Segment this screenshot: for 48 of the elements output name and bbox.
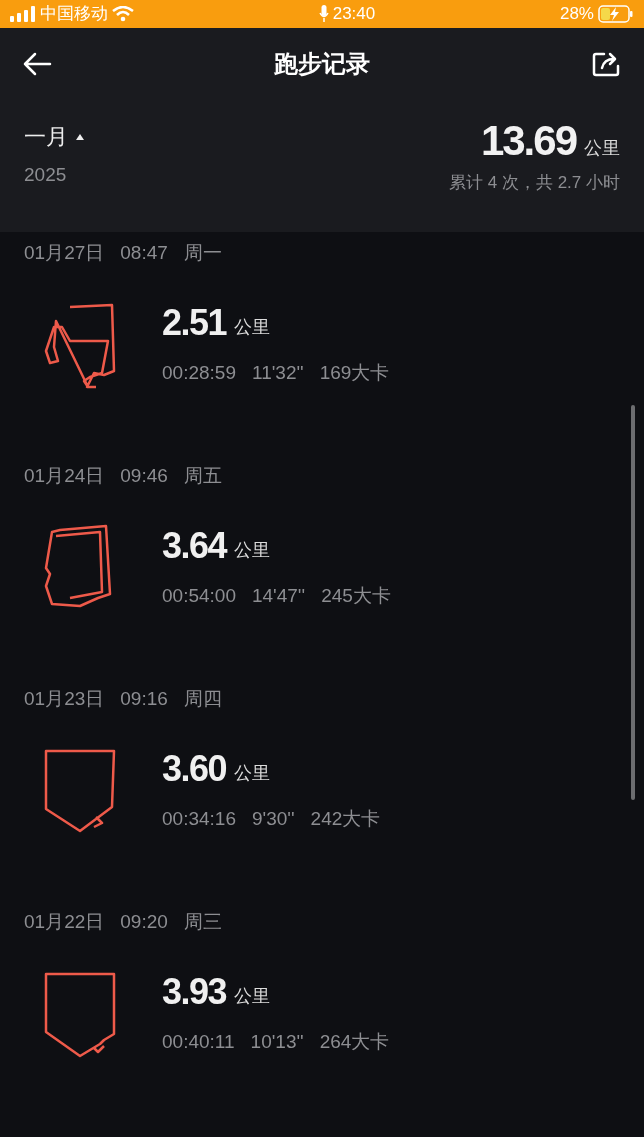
back-arrow-icon[interactable]: [22, 52, 52, 76]
run-date: 01月22日: [24, 911, 105, 933]
run-weekday: 周一: [183, 242, 222, 264]
run-time: 09:46: [120, 465, 168, 487]
run-weekday: 周三: [183, 911, 222, 933]
run-time: 08:47: [120, 242, 168, 264]
distance-unit: 公里: [234, 984, 271, 1008]
run-distance: 3.93: [162, 973, 227, 1010]
run-calories: 169大卡: [319, 360, 390, 385]
share-icon[interactable]: [592, 51, 622, 77]
distance-unit: 公里: [234, 761, 271, 785]
run-weekday: 周四: [183, 688, 222, 710]
distance-unit: 公里: [584, 137, 620, 160]
signal-icon: [10, 6, 36, 22]
year-label: 2025: [24, 163, 68, 187]
page-title: 跑步记录: [274, 49, 370, 79]
run-distance: 3.60: [162, 750, 227, 787]
totals-summary: 累计 4 次，共 2.7 小时: [449, 172, 620, 194]
run-date: 01月23日: [24, 688, 105, 710]
run-pace: 9'30'': [251, 806, 295, 831]
total-distance: 13.69: [480, 120, 576, 162]
charging-battery-icon: [598, 5, 634, 23]
run-duration: 00:34:16: [162, 806, 236, 831]
run-calories: 264大卡: [319, 1029, 390, 1054]
run-duration: 00:54:00: [162, 583, 236, 608]
battery-percent: 28%: [559, 3, 594, 26]
caret-icon[interactable]: [76, 133, 84, 140]
month-selector[interactable]: 一月: [24, 120, 68, 153]
run-pace: 11'32'': [251, 360, 304, 385]
run-pace: 10'13'': [250, 1029, 304, 1054]
run-distance: 2.51: [162, 304, 227, 341]
distance-unit: 公里: [234, 315, 271, 339]
distance-unit: 公里: [234, 538, 271, 562]
run-time: 09:16: [120, 688, 168, 710]
clock-time: 23:40: [332, 3, 376, 26]
microphone-icon: [318, 5, 329, 23]
run-calories: 242大卡: [310, 806, 381, 831]
run-date: 01月24日: [24, 465, 105, 487]
carrier-name: 中国移动: [40, 3, 108, 26]
run-duration: 00:40:11: [162, 1029, 235, 1054]
run-pace: 14'47'': [251, 583, 306, 608]
run-calories: 245大卡: [321, 583, 391, 608]
run-time: 09:20: [120, 911, 168, 933]
wifi-icon: [112, 6, 134, 22]
run-distance: 3.64: [162, 527, 227, 564]
run-duration: 00:28:59: [162, 360, 236, 385]
run-date: 01月27日: [24, 242, 105, 264]
run-weekday: 周五: [183, 465, 222, 487]
